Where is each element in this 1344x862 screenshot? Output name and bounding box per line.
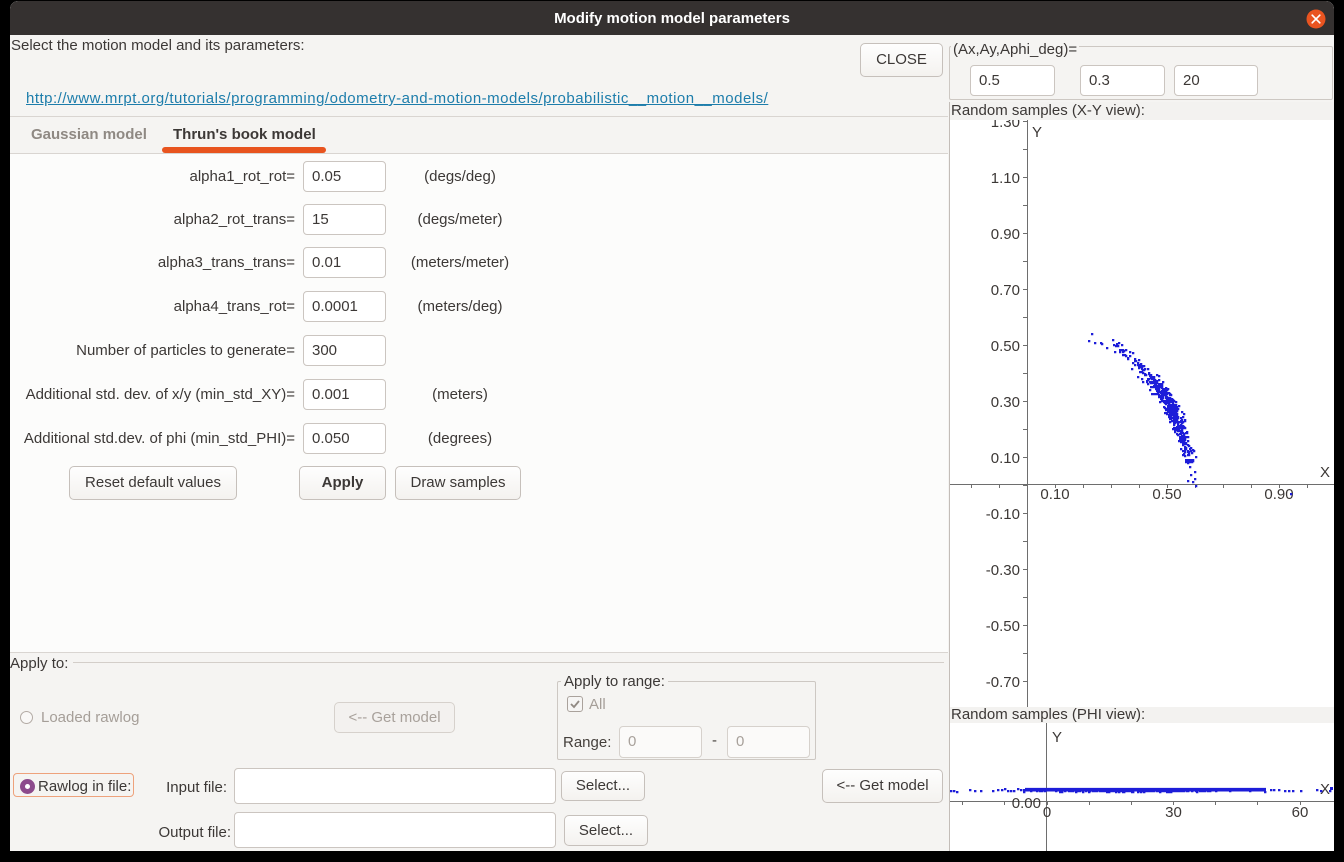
svg-text:0.30: 0.30 [991, 394, 1020, 411]
svg-text:0.90: 0.90 [1264, 486, 1293, 503]
svg-text:1.30: 1.30 [991, 120, 1020, 131]
svg-text:30: 30 [1165, 804, 1182, 821]
svg-text:X: X [1320, 781, 1330, 798]
svg-text:-0.70: -0.70 [986, 674, 1020, 691]
svg-text:-0.50: -0.50 [986, 618, 1020, 635]
svg-text:0: 0 [1043, 804, 1051, 821]
svg-text:0.00: 0.00 [1012, 795, 1041, 812]
svg-text:Y: Y [1032, 124, 1042, 141]
svg-text:-0.30: -0.30 [986, 562, 1020, 579]
svg-text:Y: Y [1052, 729, 1062, 746]
svg-text:0.10: 0.10 [1040, 486, 1069, 503]
svg-text:0.10: 0.10 [991, 450, 1020, 467]
svg-text:0.90: 0.90 [991, 226, 1020, 243]
svg-text:0.70: 0.70 [991, 282, 1020, 299]
svg-text:0.50: 0.50 [991, 338, 1020, 355]
svg-text:X: X [1320, 464, 1330, 481]
svg-text:0.50: 0.50 [1152, 486, 1181, 503]
svg-text:-0.10: -0.10 [986, 506, 1020, 523]
svg-text:1.10: 1.10 [991, 170, 1020, 187]
svg-text:60: 60 [1292, 804, 1309, 821]
